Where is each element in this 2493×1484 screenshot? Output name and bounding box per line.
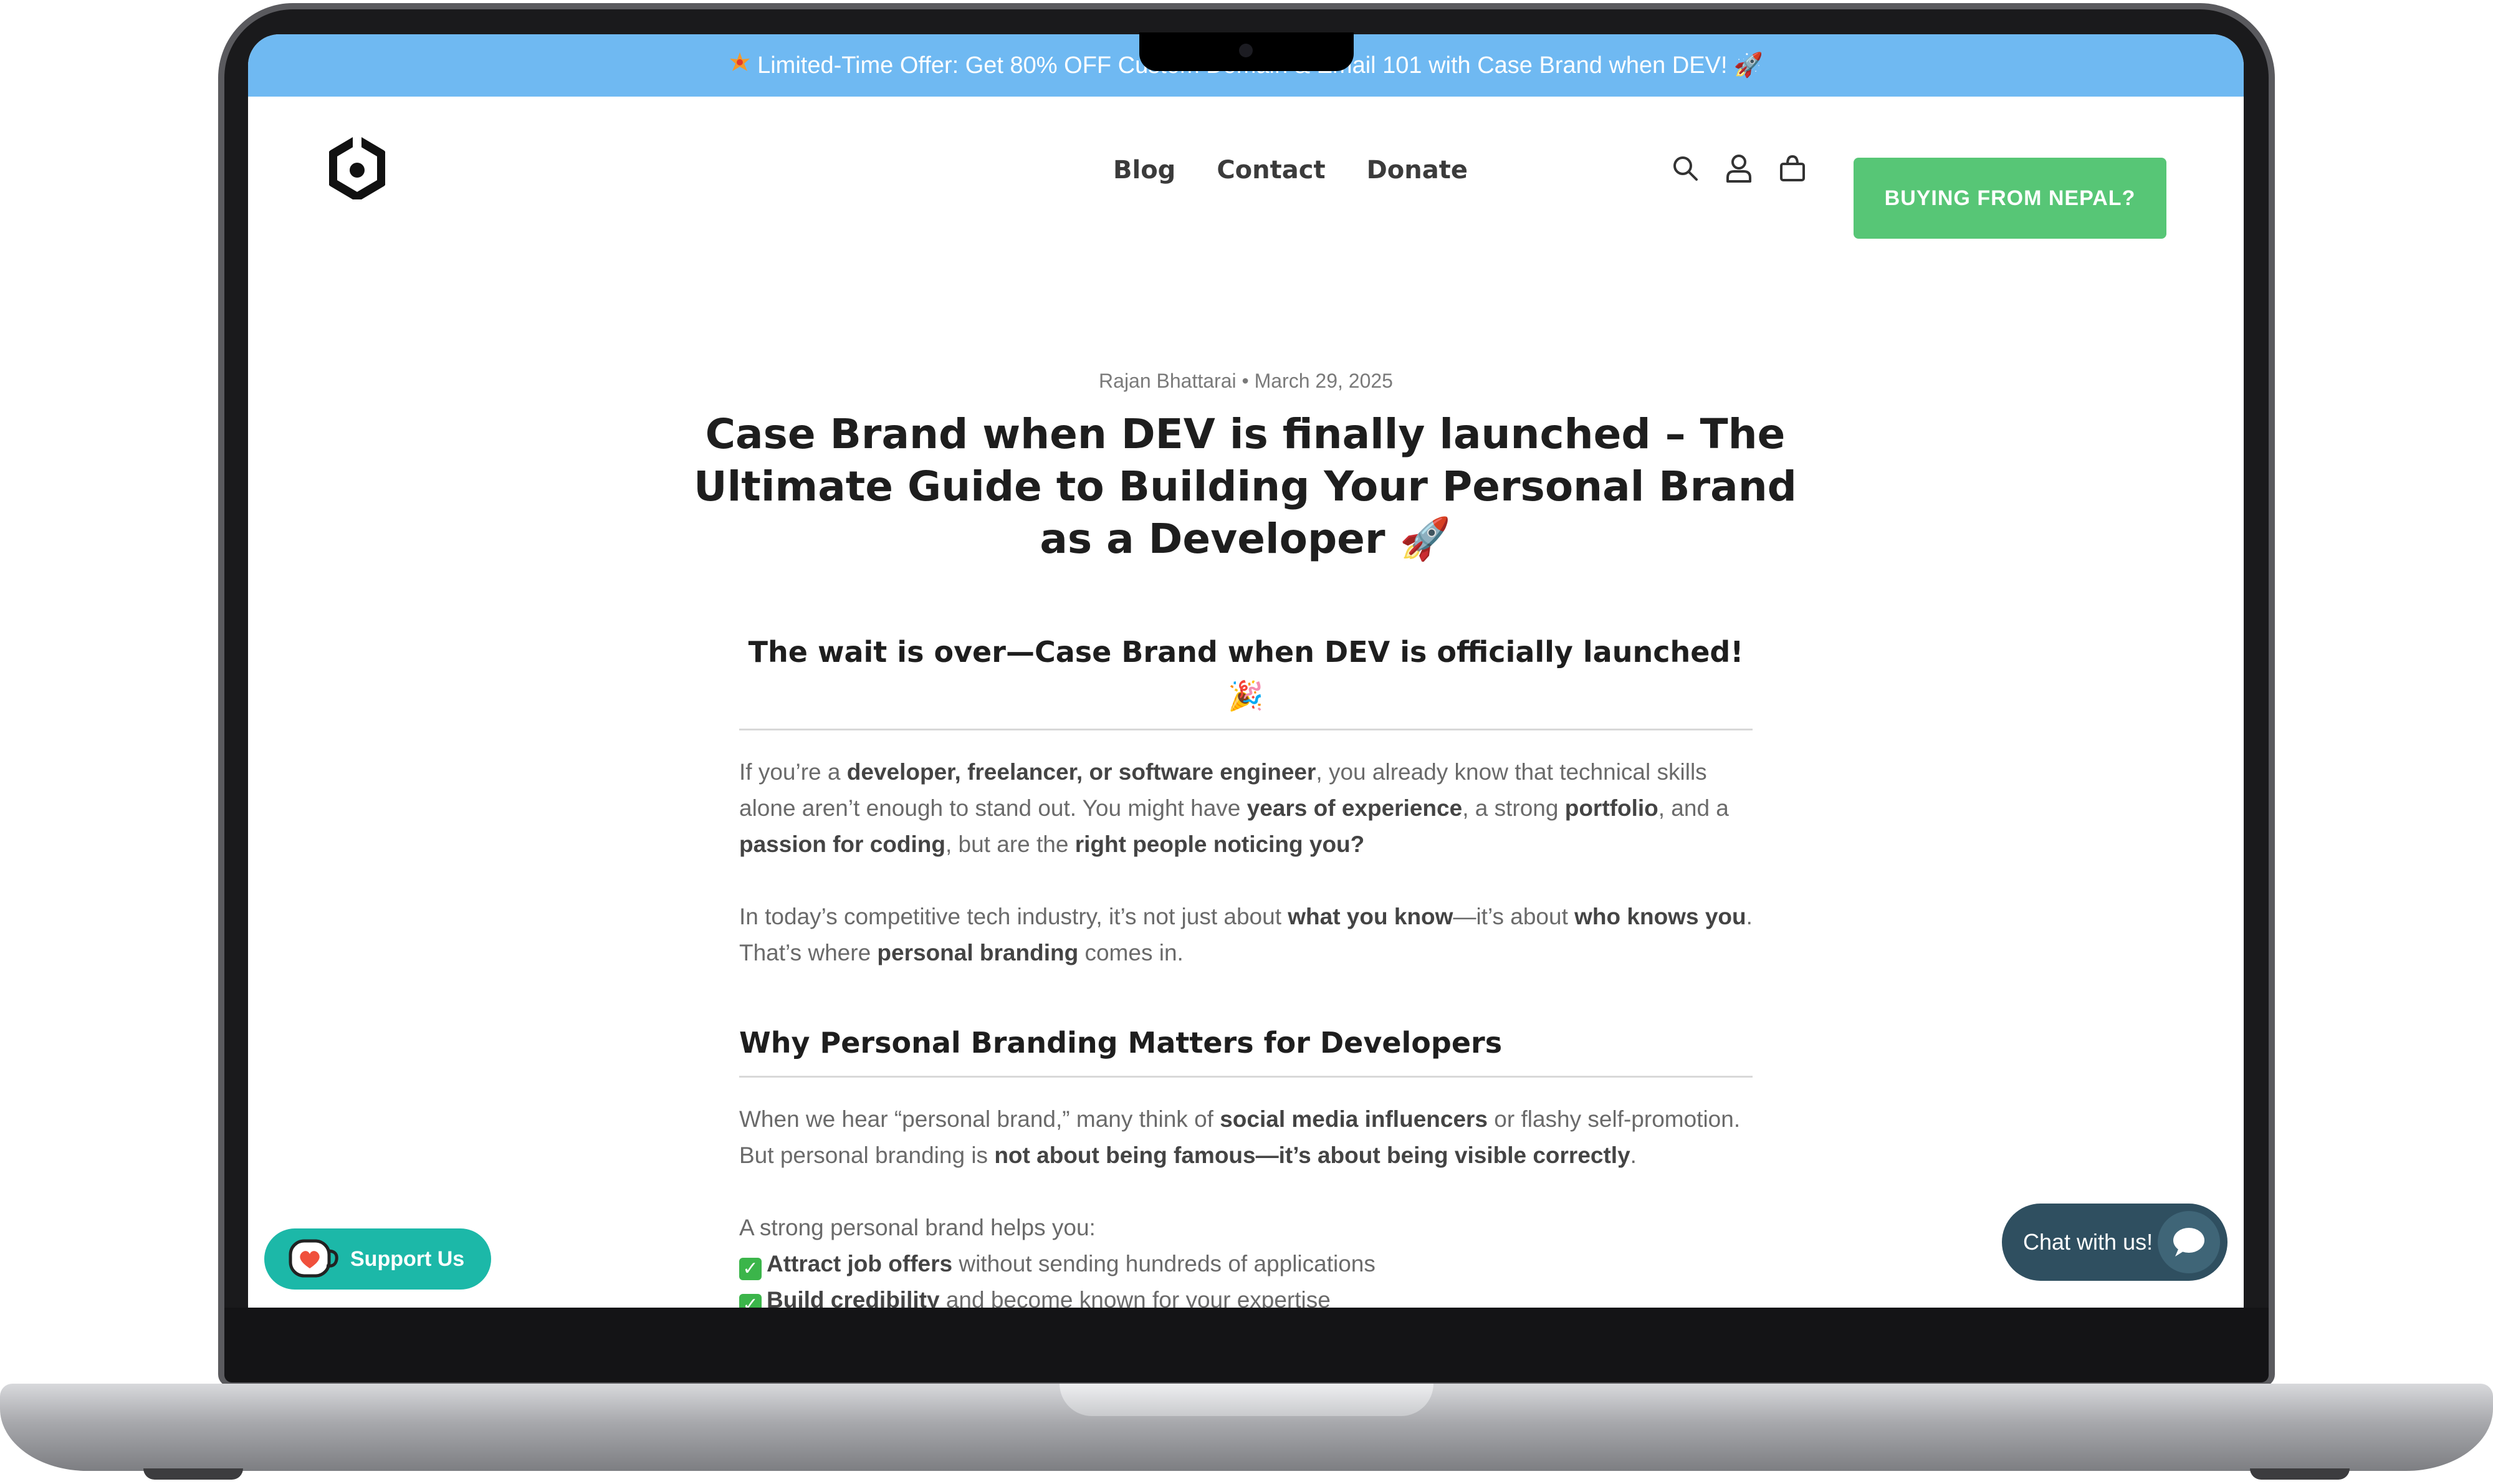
chat-label: Chat with us! bbox=[2023, 1229, 2153, 1255]
chat-bubble-icon bbox=[2158, 1211, 2220, 1273]
nav-donate[interactable]: Donate bbox=[1367, 156, 1468, 184]
list-item: ✓ Build credibility and become known for … bbox=[739, 1287, 1331, 1308]
account-icon[interactable] bbox=[1724, 153, 1754, 184]
laptop-base-notch bbox=[1060, 1384, 1433, 1416]
section-heading: Why Personal Branding Matters for Develo… bbox=[739, 1015, 1753, 1078]
hexagon-logo-icon[interactable] bbox=[328, 135, 386, 201]
heart-cup-icon bbox=[288, 1237, 339, 1281]
article-subheading: The wait is over—Case Brand when DEV is … bbox=[739, 620, 1753, 730]
support-us-button[interactable]: Support Us bbox=[264, 1228, 491, 1290]
header-icons bbox=[1670, 153, 1807, 184]
check-icon: ✓ bbox=[739, 1294, 762, 1308]
main-nav: Blog Contact Donate bbox=[1113, 156, 1468, 184]
check-icon: ✓ bbox=[739, 1258, 762, 1280]
nav-contact[interactable]: Contact bbox=[1217, 156, 1325, 184]
camera-notch bbox=[1139, 32, 1354, 71]
laptop-screen: Limited-Time Offer: Get 80% OFF Custom D… bbox=[248, 34, 2244, 1308]
benefits-intro: A strong personal brand helps you: bbox=[739, 1215, 1096, 1240]
article-paragraph: When we hear “personal brand,” many thin… bbox=[739, 1106, 1741, 1168]
laptop-bezel-bottom bbox=[224, 1308, 2269, 1382]
support-us-label: Support Us bbox=[350, 1247, 465, 1271]
article-paragraph: In today’s competitive tech industry, it… bbox=[739, 904, 1753, 965]
rocket-icon: 🚀 bbox=[1733, 52, 1763, 79]
article-paragraph: If you’re a developer, freelancer, or so… bbox=[739, 759, 1729, 857]
spark-icon bbox=[729, 51, 751, 80]
list-item: ✓ Attract job offers without sending hund… bbox=[739, 1251, 1376, 1280]
laptop-foot bbox=[2250, 1468, 2350, 1480]
cart-icon[interactable] bbox=[1778, 153, 1807, 184]
search-icon[interactable] bbox=[1670, 153, 1700, 184]
article-paragraph: A strong personal brand helps you: ✓ Attr… bbox=[739, 1210, 1753, 1308]
article-byline: Rajan Bhattarai • March 29, 2025 bbox=[1099, 370, 1393, 392]
nav-blog[interactable]: Blog bbox=[1113, 156, 1175, 184]
chat-with-us-button[interactable]: Chat with us! bbox=[2002, 1204, 2227, 1281]
laptop-foot bbox=[143, 1468, 243, 1480]
article-title: Case Brand when DEV is finally launched … bbox=[694, 410, 1797, 563]
camera-icon bbox=[1239, 44, 1253, 57]
buying-from-nepal-button[interactable]: BUYING FROM NEPAL? bbox=[1854, 158, 2166, 239]
article-body: The wait is over—Case Brand when DEV is … bbox=[739, 620, 1753, 1308]
